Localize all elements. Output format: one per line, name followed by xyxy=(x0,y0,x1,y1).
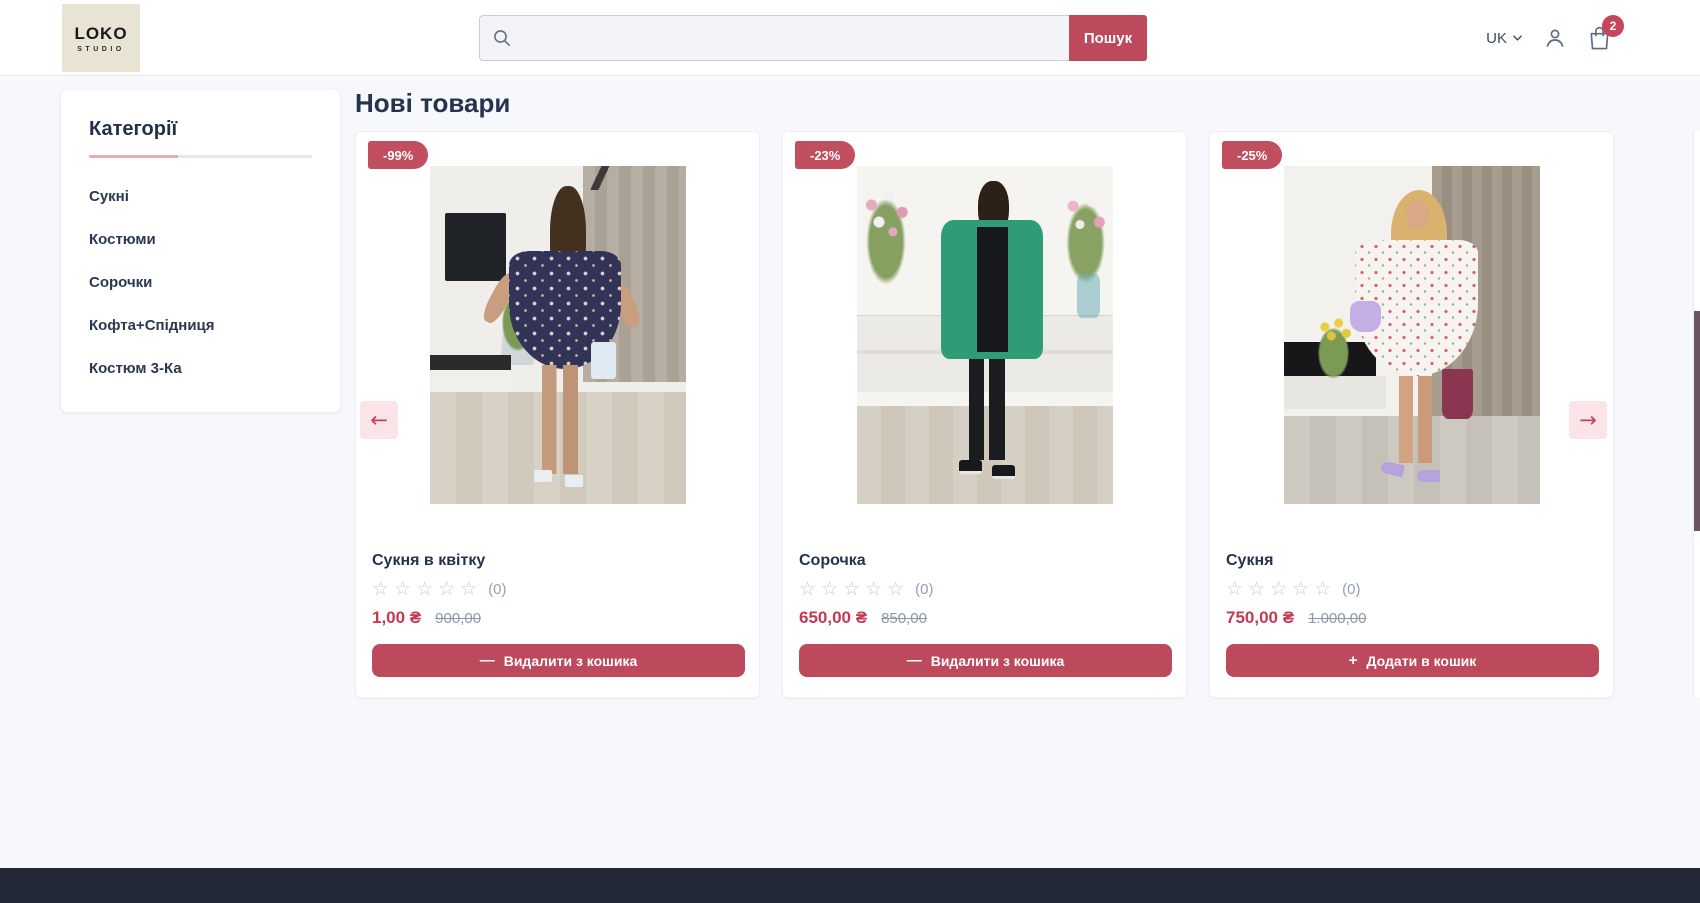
product-title[interactable]: Сукня xyxy=(1226,552,1597,570)
price-row: 1,00 ₴ 900,00 xyxy=(372,608,743,628)
product-image[interactable] xyxy=(430,166,686,504)
photo-flowers xyxy=(857,183,916,305)
logo-text: LOKO xyxy=(74,24,127,44)
old-price: 900,00 xyxy=(435,610,481,627)
footer xyxy=(0,868,1700,903)
header-actions: UK 2 xyxy=(1486,0,1612,76)
photo-planter xyxy=(1442,369,1473,420)
photo-figure-legs xyxy=(1399,376,1432,464)
sidebar-item-sorochky[interactable]: Сорочки xyxy=(89,274,152,291)
photo-vase xyxy=(1077,274,1100,318)
cart-button-label: Додати в кошик xyxy=(1367,653,1477,669)
star-icons: ☆☆☆☆☆ xyxy=(1226,580,1336,599)
cart-button-label: Видалити з кошика xyxy=(504,653,638,669)
old-price: 850,00 xyxy=(881,610,927,627)
discount-badge: -23% xyxy=(795,141,855,169)
logo-subtext: STUDIO xyxy=(77,46,124,53)
photo-tv xyxy=(445,213,506,281)
product-grid: -99% Сукня в квітку ☆☆☆☆☆ xyxy=(355,131,1614,698)
photo-shoe xyxy=(565,475,583,487)
plus-icon: + xyxy=(1349,653,1358,668)
star-icons: ☆☆☆☆☆ xyxy=(799,580,909,599)
current-price: 1,00 ₴ xyxy=(372,608,421,628)
categories-sidebar: Категорії Сукні Костюми Сорочки Кофта+Сп… xyxy=(60,89,341,413)
add-to-cart-button[interactable]: + Додати в кошик xyxy=(1226,644,1599,677)
list-item: Кофта+Спідниця xyxy=(89,317,312,335)
current-price: 750,00 ₴ xyxy=(1226,608,1294,628)
price-row: 750,00 ₴ 1.000,00 xyxy=(1226,608,1597,628)
photo-sneaker xyxy=(959,460,982,474)
product-image[interactable] xyxy=(1284,166,1540,504)
photo-shoe xyxy=(534,470,552,482)
photo-handbag xyxy=(1350,301,1381,331)
photo-tulips xyxy=(1312,318,1356,382)
product-card: -23% Сорочка ☆☆☆☆☆ (0) 650, xyxy=(782,131,1187,698)
photo-figure-top xyxy=(977,227,1008,352)
list-item: Костюми xyxy=(89,231,312,249)
photo-figure-legs xyxy=(969,359,1005,460)
photo-shoe xyxy=(1417,470,1440,482)
discount-badge: -99% xyxy=(368,141,428,169)
photo-figure-legs xyxy=(542,365,578,473)
product-rating: ☆☆☆☆☆ (0) xyxy=(799,580,1170,599)
price-row: 650,00 ₴ 850,00 xyxy=(799,608,1170,628)
chevron-down-icon xyxy=(1512,34,1523,42)
logo[interactable]: LOKO STUDIO xyxy=(62,4,140,72)
list-item: Сукні xyxy=(89,188,312,206)
search-icon xyxy=(492,28,512,48)
cart-button-label: Видалити з кошика xyxy=(931,653,1065,669)
sidebar-divider xyxy=(89,155,312,158)
minus-icon: — xyxy=(907,653,922,668)
page: LOKO STUDIO Пошук UK xyxy=(0,0,1700,903)
discount-badge: -25% xyxy=(1222,141,1282,169)
language-code: UK xyxy=(1486,30,1507,47)
account-button[interactable] xyxy=(1543,26,1567,50)
remove-from-cart-button[interactable]: — Видалити з кошика xyxy=(799,644,1172,677)
cart-count-badge: 2 xyxy=(1602,15,1624,37)
arrow-right-icon: → xyxy=(1579,408,1597,432)
search-bar: Пошук xyxy=(479,15,1147,61)
current-price: 650,00 ₴ xyxy=(799,608,867,628)
search-button[interactable]: Пошук xyxy=(1069,15,1147,61)
arrow-left-icon: ← xyxy=(370,408,388,432)
page-title: Нові товари xyxy=(355,88,510,119)
list-item: Сорочки xyxy=(89,274,312,292)
product-image[interactable] xyxy=(857,166,1113,504)
photo-handbag xyxy=(591,342,617,379)
photo-sneaker xyxy=(992,465,1015,479)
sidebar-item-kofta-spidnytsia[interactable]: Кофта+Спідниця xyxy=(89,317,215,334)
next-card-sliver xyxy=(1694,131,1700,698)
product-title[interactable]: Сорочка xyxy=(799,552,1170,570)
sidebar-item-kostyumy[interactable]: Костюми xyxy=(89,231,156,248)
rating-count: (0) xyxy=(488,581,506,598)
search-box xyxy=(479,15,1069,61)
category-list: Сукні Костюми Сорочки Кофта+Спідниця Кос… xyxy=(89,188,312,378)
minus-icon: — xyxy=(480,653,495,668)
rating-count: (0) xyxy=(915,581,933,598)
rating-count: (0) xyxy=(1342,581,1360,598)
star-icons: ☆☆☆☆☆ xyxy=(372,580,482,599)
sidebar-item-sukni[interactable]: Сукні xyxy=(89,188,129,205)
old-price: 1.000,00 xyxy=(1308,610,1366,627)
carousel-next-button[interactable]: → xyxy=(1569,401,1607,439)
sidebar-title: Категорії xyxy=(89,118,312,141)
product-card: -25% Сукня ☆☆☆☆☆ (0) xyxy=(1209,131,1614,698)
remove-from-cart-button[interactable]: — Видалити з кошика xyxy=(372,644,745,677)
list-item: Костюм 3-Ка xyxy=(89,360,312,378)
product-rating: ☆☆☆☆☆ (0) xyxy=(1226,580,1597,599)
header: LOKO STUDIO Пошук UK xyxy=(0,0,1700,76)
cart: 2 xyxy=(1587,24,1612,52)
product-card: -99% Сукня в квітку ☆☆☆☆☆ xyxy=(355,131,760,698)
language-selector[interactable]: UK xyxy=(1486,30,1523,47)
user-icon xyxy=(1543,26,1567,50)
sidebar-item-kostyum-3ka[interactable]: Костюм 3-Ка xyxy=(89,360,182,377)
product-rating: ☆☆☆☆☆ (0) xyxy=(372,580,743,599)
carousel-prev-button[interactable]: ← xyxy=(360,401,398,439)
search-input[interactable] xyxy=(520,30,1050,47)
product-title[interactable]: Сукня в квітку xyxy=(372,552,743,570)
